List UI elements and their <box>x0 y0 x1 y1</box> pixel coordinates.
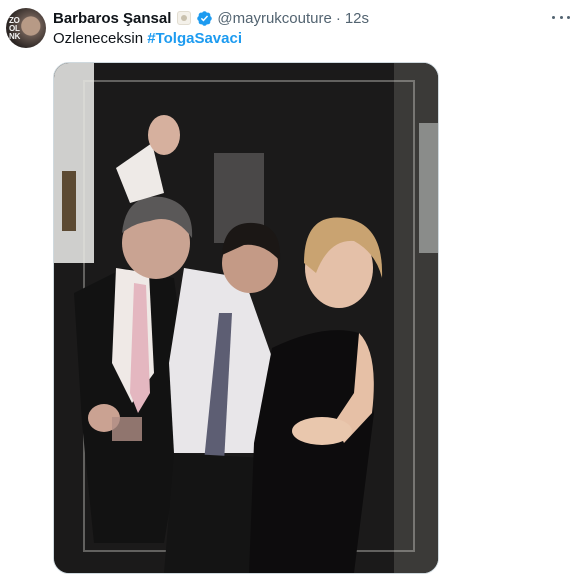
affiliation-badge-icon[interactable] <box>177 11 192 25</box>
photo-wall-left <box>54 63 94 263</box>
user-handle[interactable]: @mayrukcouture <box>217 10 331 27</box>
timestamp[interactable]: 12s <box>345 10 369 27</box>
avatar-text-line-3: NK <box>9 32 21 41</box>
more-dot <box>552 15 555 19</box>
pixelated-area <box>112 417 142 441</box>
more-options-icon[interactable] <box>552 10 570 24</box>
avatar-overlay-text: ZO OL NK <box>9 17 20 41</box>
more-dot <box>559 15 563 19</box>
display-name[interactable]: Barbaros Şansal <box>53 10 171 27</box>
photo-illustration <box>54 63 438 573</box>
hashtag-link[interactable]: #TolgaSavaci <box>147 30 242 47</box>
separator-dot: · <box>335 9 341 27</box>
avatar[interactable]: ZO OL NK <box>6 8 46 48</box>
tweet-header: Barbaros Şansal @mayrukcouture · 12s <box>53 8 369 28</box>
photo-frame <box>62 171 76 231</box>
more-dot <box>567 15 570 19</box>
photo-window <box>419 123 438 253</box>
verified-badge-icon[interactable] <box>196 10 213 27</box>
tweet: ZO OL NK Barbaros Şansal @mayrukcouture … <box>0 0 585 574</box>
tweet-text: Ozleneceksin #TolgaSavaci <box>53 30 242 47</box>
man-left-hand <box>148 115 180 155</box>
tweet-text-plain: Ozleneceksin <box>53 30 148 47</box>
tweet-photo[interactable] <box>53 62 439 574</box>
woman-hand <box>292 417 352 445</box>
